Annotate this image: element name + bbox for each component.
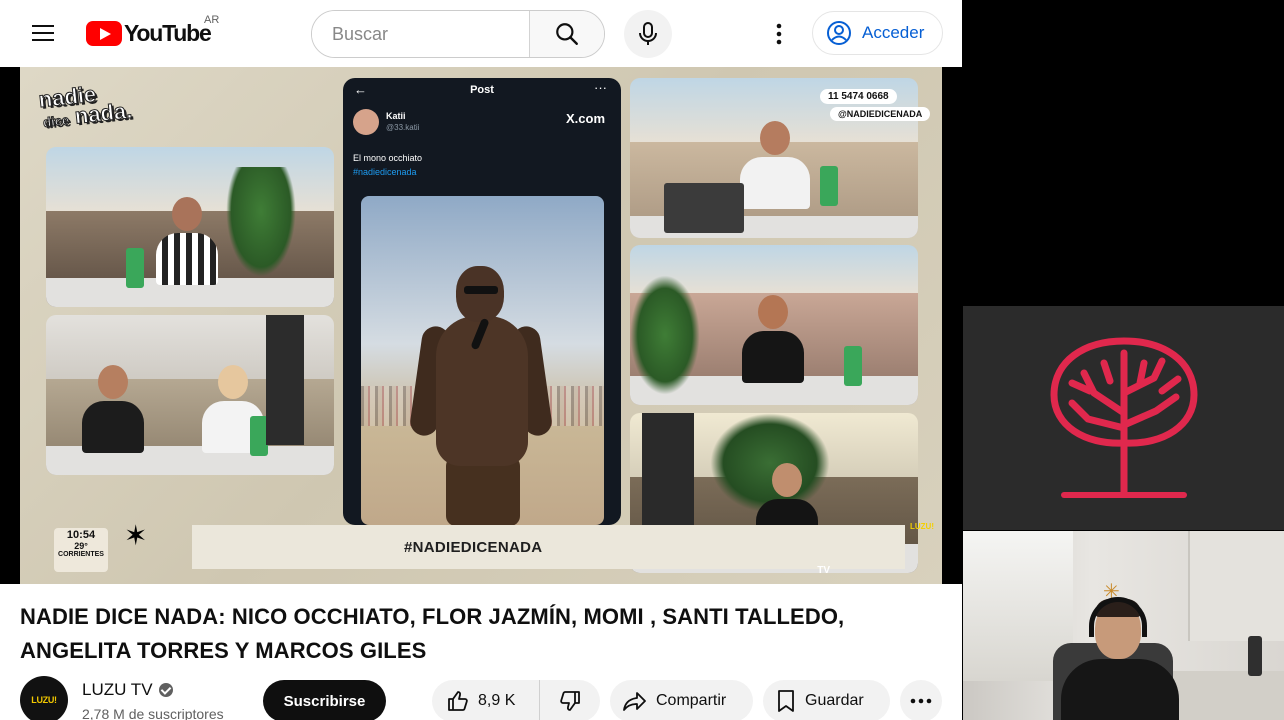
share-icon [623,692,646,711]
camera-tile-left-top [46,147,334,307]
show-logo-word: nada. [73,97,134,129]
brand-wordmark: YouTube [124,19,212,46]
video-frame: nadie dice nada. Post ← ··· Katii @33.ka… [20,67,942,584]
video-title: NADIE DICE NADA: NICO OCCHIATO, FLOR JAZ… [20,604,845,663]
channel-avatar[interactable]: LUZU! [20,676,68,720]
more-actions-button[interactable] [900,680,942,720]
subscriber-count: 2,78 M de suscriptores [82,706,224,720]
tv-mark: TV [817,565,830,576]
camera-tile-right-middle [630,245,918,405]
social-post-card: Post ← ··· Katii @33.katii X.com El mono… [343,78,621,525]
youtube-logo-icon [86,20,122,46]
menu-icon[interactable] [30,22,56,44]
search-box [311,10,605,58]
city: CORRIENTES [58,551,104,558]
voice-search-button[interactable] [624,10,672,58]
stream-logo-panel [963,306,1284,530]
save-label: Guardar [805,692,864,709]
search-input[interactable] [312,11,529,57]
post-header: Post [470,84,494,96]
channel-name: LUZU TV [82,680,153,699]
post-image [361,196,604,525]
ape-figure [408,266,554,525]
more-vert-icon [776,23,782,45]
clock-time: 10:54 [66,529,96,541]
signin-label: Acceder [862,23,925,42]
post-site: X.com [565,111,605,126]
share-label: Compartir [656,692,727,709]
starfish-icon: ✶ [124,520,148,551]
webcam-panel: ✳ [963,531,1284,720]
post-user: Katii [386,111,406,121]
like-count: 8,9 K [478,692,516,709]
microphone-icon [639,22,657,45]
post-tag: #nadiedicenada [353,167,417,177]
account-icon [827,21,851,45]
like-dislike-group: 8,9 K [432,680,600,720]
dislike-button[interactable] [540,689,600,713]
like-icon [448,691,468,711]
settings-menu-button[interactable] [766,20,792,48]
video-player[interactable]: nadie dice nada. Post ← ··· Katii @33.ka… [0,67,962,584]
save-icon [778,690,794,712]
youtube-page: YouTube AR Acceder [0,0,962,720]
side-logo: LUZU! [910,522,934,531]
phone-number-badge: 11 5474 0668 [820,89,897,104]
post-handle: @33.katii [386,123,420,132]
verified-icon [158,683,173,697]
post-text: El mono occhiato [353,153,423,163]
youtube-logo[interactable]: YouTube AR [86,14,219,47]
back-arrow-icon: ← [354,82,367,97]
share-button[interactable]: Compartir [610,680,753,720]
camera-tile-left-bottom [46,315,334,475]
subscribe-button[interactable]: Suscribirse [263,680,386,720]
post-avatar [353,109,379,135]
channel-name-row[interactable]: LUZU TV [82,680,173,700]
clock-weather-box: 10:54 29° CORRIENTES [54,528,108,572]
signin-button[interactable]: Acceder [812,11,943,55]
brain-tree-icon [1050,337,1197,498]
more-horiz-icon: ··· [594,80,607,95]
channel-avatar-text: LUZU! [31,695,57,705]
more-horiz-icon [910,698,932,704]
dislike-icon [560,691,580,711]
country-code: AR [204,14,220,26]
search-button[interactable] [529,11,604,57]
show-logo-small: dice [42,112,70,131]
search-icon [556,23,578,45]
temperature: 29° [74,541,88,551]
social-handle-badge: @NADIEDICENADA [830,107,931,121]
save-button[interactable]: Guardar [763,680,890,720]
hashtag-banner: #NADIEDICENADA [192,525,905,569]
masthead: YouTube AR Acceder [0,0,962,67]
like-button[interactable]: 8,9 K [432,680,540,720]
screen: YouTube AR Acceder [0,0,1284,720]
